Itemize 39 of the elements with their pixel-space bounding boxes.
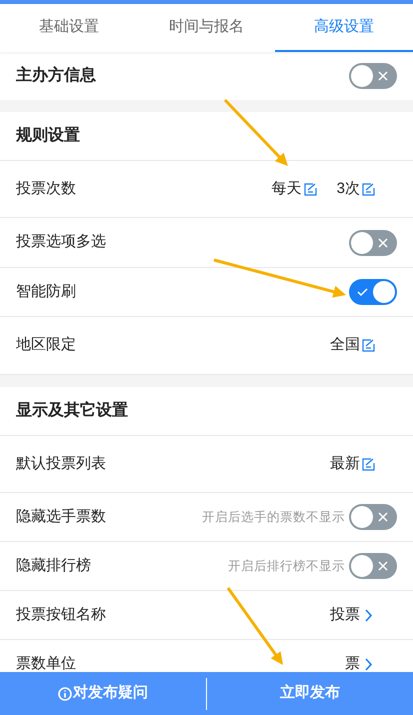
setting-label: 智能防刷	[16, 282, 76, 302]
setting-label: 票数单位	[16, 654, 76, 674]
tab[interactable]: 基础设置	[0, 4, 138, 52]
section-title: 显示及其它设置	[16, 400, 128, 421]
setting-value[interactable]: 投票	[330, 604, 360, 626]
setting-label: 默认投票列表	[16, 454, 106, 474]
setting-value[interactable]: 最新	[330, 452, 360, 476]
setting-label: 地区限定	[16, 335, 76, 356]
annotation-arrow	[224, 98, 288, 166]
hint-text: 开启后排行榜不显示	[228, 558, 345, 575]
edit-icon[interactable]	[362, 339, 375, 352]
info-icon	[58, 686, 72, 700]
setting-label: 投票选项多选	[16, 232, 106, 252]
close-icon	[378, 561, 388, 571]
toggle-switch[interactable]	[349, 504, 397, 530]
check-icon	[357, 287, 368, 297]
section-title: 主办方信息	[16, 65, 96, 86]
setting-value[interactable]: 全国	[330, 334, 360, 357]
hint-text: 开启后选手的票数不显示	[202, 508, 345, 526]
chevron-right-icon[interactable]	[365, 608, 373, 622]
chevron-right-icon[interactable]	[365, 658, 373, 670]
setting-value[interactable]: 3次	[336, 178, 360, 200]
toggle-switch[interactable]	[349, 63, 397, 89]
close-icon	[378, 512, 388, 522]
setting-label: 投票按钮名称	[16, 604, 106, 625]
section-title: 规则设置	[16, 126, 80, 146]
edit-icon[interactable]	[362, 182, 375, 196]
close-icon	[378, 238, 388, 248]
setting-value[interactable]: 每天	[272, 178, 302, 200]
edit-icon[interactable]	[304, 182, 317, 196]
toggle-switch[interactable]	[349, 279, 397, 305]
setting-label: 隐藏排行榜	[16, 556, 91, 576]
toggle-switch[interactable]	[349, 553, 397, 579]
edit-icon[interactable]	[362, 458, 375, 470]
setting-label: 投票次数	[16, 178, 76, 199]
setting-label: 隐藏选手票数	[16, 506, 106, 527]
tab[interactable]: 时间与报名	[138, 4, 276, 52]
close-icon	[378, 71, 388, 81]
toggle-switch[interactable]	[349, 230, 397, 256]
